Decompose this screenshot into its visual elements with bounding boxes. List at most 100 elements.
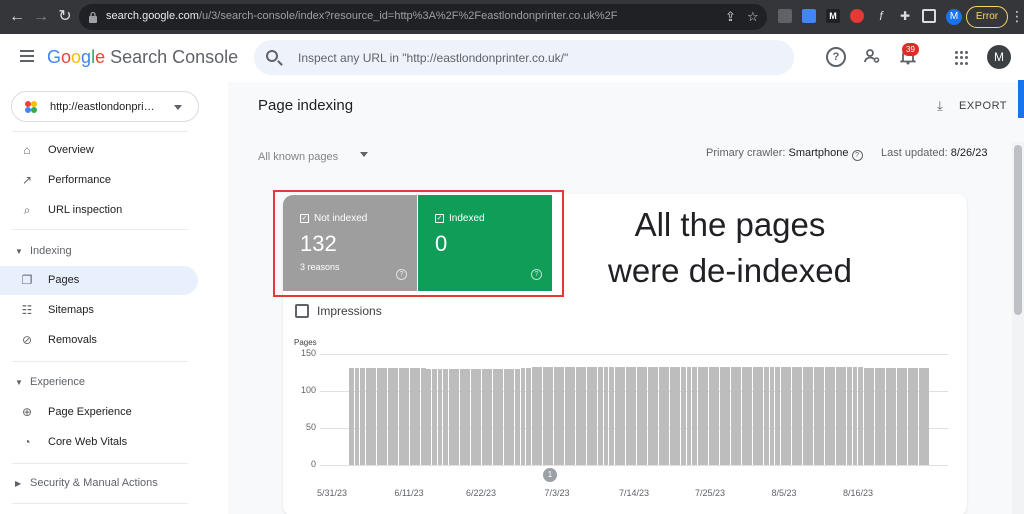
chart-bar[interactable]	[747, 367, 753, 465]
address-bar[interactable]: search.google.com/u/3/search-console/ind…	[79, 4, 767, 30]
chart-bar[interactable]	[581, 366, 587, 465]
chart-bar[interactable]	[387, 368, 393, 465]
export-button[interactable]: ⤓ EXPORT	[935, 97, 1007, 115]
apps-grid-icon[interactable]	[955, 51, 969, 65]
chart-bar[interactable]	[625, 366, 631, 465]
chart-bar[interactable]	[791, 367, 797, 465]
chart-bar[interactable]	[393, 368, 399, 465]
extension-m-icon[interactable]: M	[826, 9, 840, 23]
chart-bar[interactable]	[542, 366, 548, 465]
chart-bar[interactable]	[614, 366, 620, 465]
chart-bar[interactable]	[858, 367, 863, 465]
chart-bar[interactable]	[780, 367, 786, 465]
chart-bar[interactable]	[847, 367, 852, 465]
chart-bar[interactable]	[714, 367, 720, 465]
chart-bar[interactable]	[409, 368, 415, 465]
chart-bar[interactable]	[841, 367, 847, 465]
chart-bar[interactable]	[725, 367, 731, 465]
chart-bar[interactable]	[509, 368, 515, 465]
chart-bar[interactable]	[586, 366, 592, 465]
chart-bar[interactable]	[420, 368, 426, 465]
chart-bar[interactable]	[675, 367, 681, 465]
chart-bar[interactable]	[924, 368, 930, 465]
avatar[interactable]: M	[987, 45, 1011, 69]
chart-bar[interactable]	[481, 368, 487, 465]
chart-bar[interactable]	[913, 368, 919, 465]
chart-bar[interactable]	[487, 368, 493, 465]
chart-bar[interactable]	[620, 366, 626, 465]
chart-bar[interactable]	[531, 366, 537, 465]
chart-bar[interactable]	[692, 367, 697, 465]
chart-bar[interactable]	[758, 367, 764, 465]
chart-bar[interactable]	[603, 366, 609, 465]
pages-filter-dropdown[interactable]: All known pages	[258, 147, 378, 163]
section-security[interactable]: ▶ Security & Manual Actions	[0, 472, 198, 494]
chart-bar[interactable]	[354, 368, 360, 465]
sidebar-item-url-inspection[interactable]: ⌕ URL inspection	[0, 196, 198, 225]
chart-bar[interactable]	[658, 367, 664, 465]
chart-bar[interactable]	[797, 367, 803, 465]
chart-bar[interactable]	[575, 366, 581, 465]
sidebar-item-performance[interactable]: ↗ Performance	[0, 166, 198, 195]
chart-bar[interactable]	[819, 367, 825, 465]
chart-bar[interactable]	[730, 367, 736, 465]
back-icon[interactable]: ←	[7, 7, 27, 27]
chart-bar[interactable]	[415, 368, 421, 465]
chart-bar[interactable]	[669, 367, 675, 465]
chart-bar[interactable]	[426, 368, 432, 465]
chart-bar[interactable]	[498, 368, 504, 465]
chart-bar[interactable]	[443, 368, 448, 465]
chart-bar[interactable]	[537, 366, 543, 465]
chart-bar[interactable]	[520, 368, 526, 465]
chart-bar[interactable]	[802, 367, 808, 465]
chart-bar[interactable]	[492, 368, 498, 465]
chart-bar[interactable]	[719, 367, 725, 465]
scrollbar-thumb[interactable]	[1014, 145, 1022, 315]
url-inspect-search[interactable]: Inspect any URL in "http://eastlondonpri…	[254, 40, 794, 75]
chart-bar[interactable]	[808, 367, 814, 465]
chart-bar[interactable]	[703, 367, 709, 465]
impressions-checkbox[interactable]	[295, 304, 309, 318]
chart-bar[interactable]	[503, 368, 509, 465]
sidebar-item-core-web-vitals[interactable]: ◔ Core Web Vitals	[0, 428, 198, 457]
sidepanel-icon[interactable]	[922, 9, 936, 23]
chart-bar[interactable]	[432, 368, 437, 465]
chart-bar[interactable]	[360, 368, 365, 465]
chart-bar[interactable]	[592, 366, 598, 465]
share-icon[interactable]: ⇪	[725, 9, 736, 25]
puzzle-icon[interactable]: ✚	[898, 9, 912, 23]
chart-bar[interactable]	[775, 367, 780, 465]
chart-bar[interactable]	[465, 368, 471, 465]
chart-bar[interactable]	[869, 368, 875, 465]
chart-bar[interactable]	[697, 367, 703, 465]
chart-bar[interactable]	[476, 368, 482, 465]
chart-bar[interactable]	[708, 367, 714, 465]
chart-bar[interactable]	[570, 366, 576, 465]
chart-bar[interactable]	[896, 368, 902, 465]
property-selector[interactable]: http://eastlondonpri…	[11, 91, 199, 122]
search-input[interactable]: Inspect any URL in "http://eastlondonpri…	[298, 51, 568, 65]
section-experience[interactable]: ▼ Experience	[0, 371, 198, 393]
chart-bar[interactable]	[376, 368, 382, 465]
chart-bar[interactable]	[448, 368, 454, 465]
sidebar-item-overview[interactable]: ⌂ Overview	[0, 136, 198, 165]
forward-icon[interactable]: →	[31, 7, 51, 27]
chart-bar[interactable]	[526, 368, 531, 465]
chart-bar[interactable]	[559, 366, 565, 465]
chart-bar[interactable]	[631, 366, 637, 465]
chart-bar[interactable]	[437, 368, 443, 465]
chart-bar[interactable]	[365, 368, 371, 465]
chart-bar[interactable]	[736, 367, 742, 465]
chart-bar[interactable]	[454, 368, 460, 465]
chart-bar[interactable]	[769, 367, 775, 465]
chart-bar[interactable]	[548, 366, 554, 465]
chart-bar[interactable]	[835, 367, 841, 465]
chart-bar[interactable]	[902, 368, 908, 465]
sidebar-item-pages[interactable]: ❐ Pages	[0, 266, 198, 295]
chart-bar[interactable]	[824, 367, 830, 465]
chart-bar[interactable]	[786, 367, 792, 465]
reload-icon[interactable]: ↻	[55, 7, 75, 27]
chart-bar[interactable]	[885, 368, 891, 465]
chart-bar[interactable]	[891, 368, 897, 465]
chart-bar[interactable]	[918, 368, 924, 465]
